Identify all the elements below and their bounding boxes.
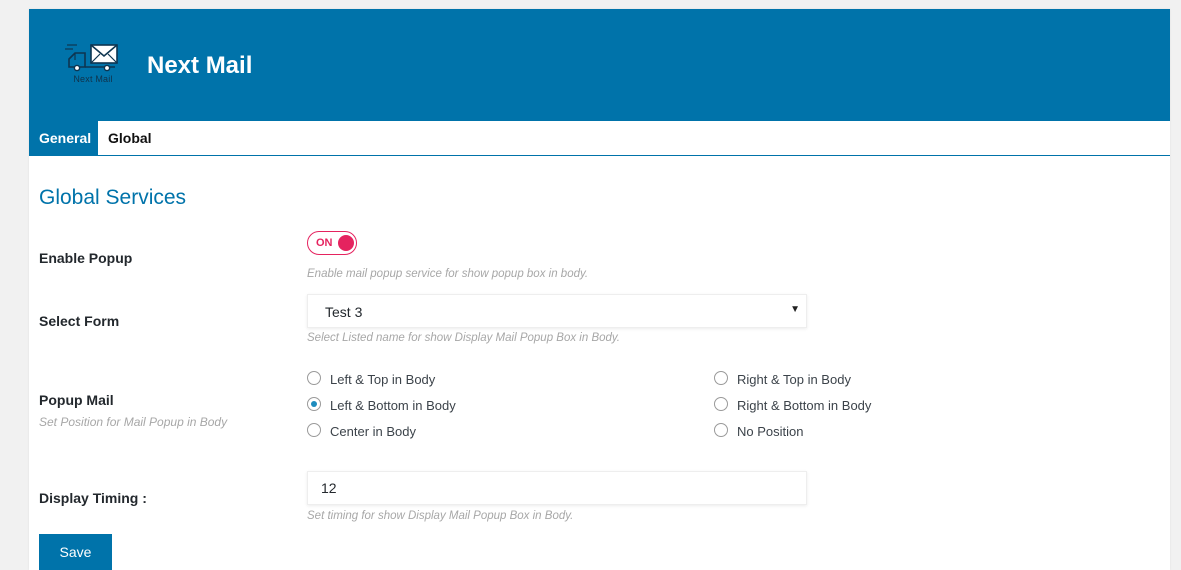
- radio-button-icon: [714, 423, 728, 437]
- display-timing-input[interactable]: [307, 471, 807, 505]
- radio-label: Center in Body: [330, 424, 416, 439]
- select-form-help: Select Listed name for show Display Mail…: [307, 332, 620, 344]
- radio-button-icon: [714, 371, 728, 385]
- radio-label: Right & Top in Body: [737, 372, 851, 387]
- popup-mail-label: Popup Mail: [39, 392, 114, 408]
- display-timing-label: Display Timing :: [39, 490, 147, 506]
- enable-popup-help: Enable mail popup service for show popup…: [307, 268, 589, 280]
- tab-bar: General Global: [29, 121, 1170, 156]
- tab-global[interactable]: Global: [98, 121, 162, 155]
- radio-label: No Position: [737, 424, 804, 439]
- radio-button-checked-icon: [307, 397, 321, 411]
- select-form-value: Test 3: [325, 304, 363, 320]
- mail-truck-icon: Next Mail: [65, 39, 121, 87]
- app-title: Next Mail: [147, 52, 253, 79]
- select-form-label: Select Form: [39, 313, 120, 329]
- tab-general[interactable]: General: [29, 121, 102, 155]
- radio-button-icon: [307, 371, 321, 385]
- radio-label: Left & Bottom in Body: [330, 398, 456, 413]
- section-title: Global Services: [39, 186, 187, 209]
- logo-text: Next Mail: [73, 74, 113, 84]
- toggle-state-text: ON: [316, 237, 333, 249]
- display-timing-help: Set timing for show Display Mail Popup B…: [307, 510, 574, 522]
- radio-label: Left & Top in Body: [330, 372, 436, 387]
- toggle-knob: [338, 235, 354, 251]
- caret-down-icon: ▼: [790, 304, 800, 315]
- radio-button-icon: [714, 397, 728, 411]
- enable-popup-label: Enable Popup: [39, 250, 133, 266]
- select-form-dropdown[interactable]: Test 3 ▼: [307, 294, 807, 328]
- settings-panel: Next Mail Next Mail General Global Globa…: [29, 9, 1170, 570]
- enable-popup-toggle[interactable]: ON: [307, 231, 357, 255]
- app-header: Next Mail Next Mail: [29, 9, 1170, 121]
- radio-button-icon: [307, 423, 321, 437]
- radio-label: Right & Bottom in Body: [737, 398, 872, 413]
- popup-mail-sublabel: Set Position for Mail Popup in Body: [39, 415, 228, 429]
- save-button[interactable]: Save: [39, 534, 112, 570]
